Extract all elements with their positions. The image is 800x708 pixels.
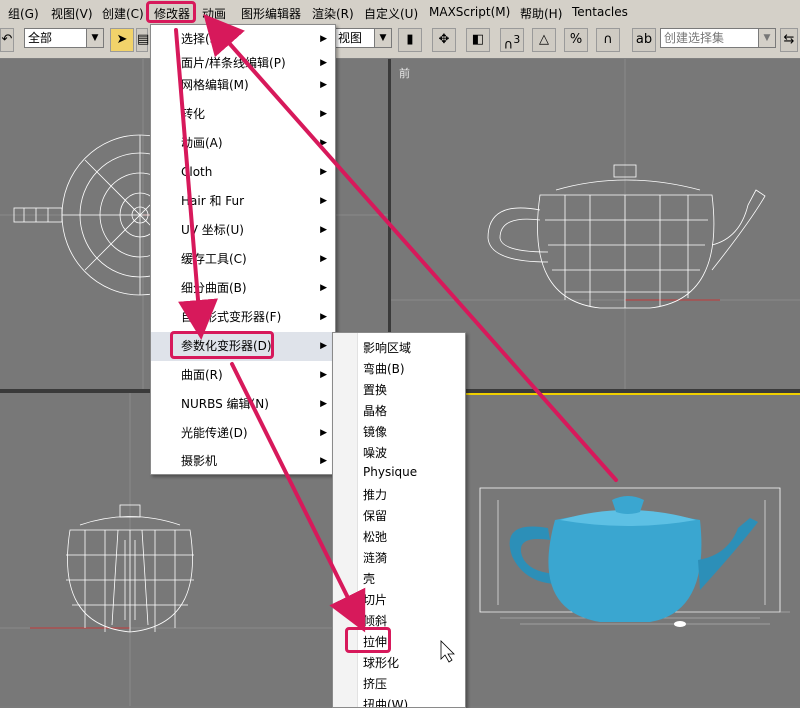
- arrow-to-stretch: [230, 362, 366, 633]
- annotation-arrows: [174, 14, 618, 663]
- arrow-from-teapot-to-menu: [203, 14, 618, 482]
- mouse-cursor-icon: [440, 640, 455, 663]
- arrow-to-parametric: [174, 28, 218, 340]
